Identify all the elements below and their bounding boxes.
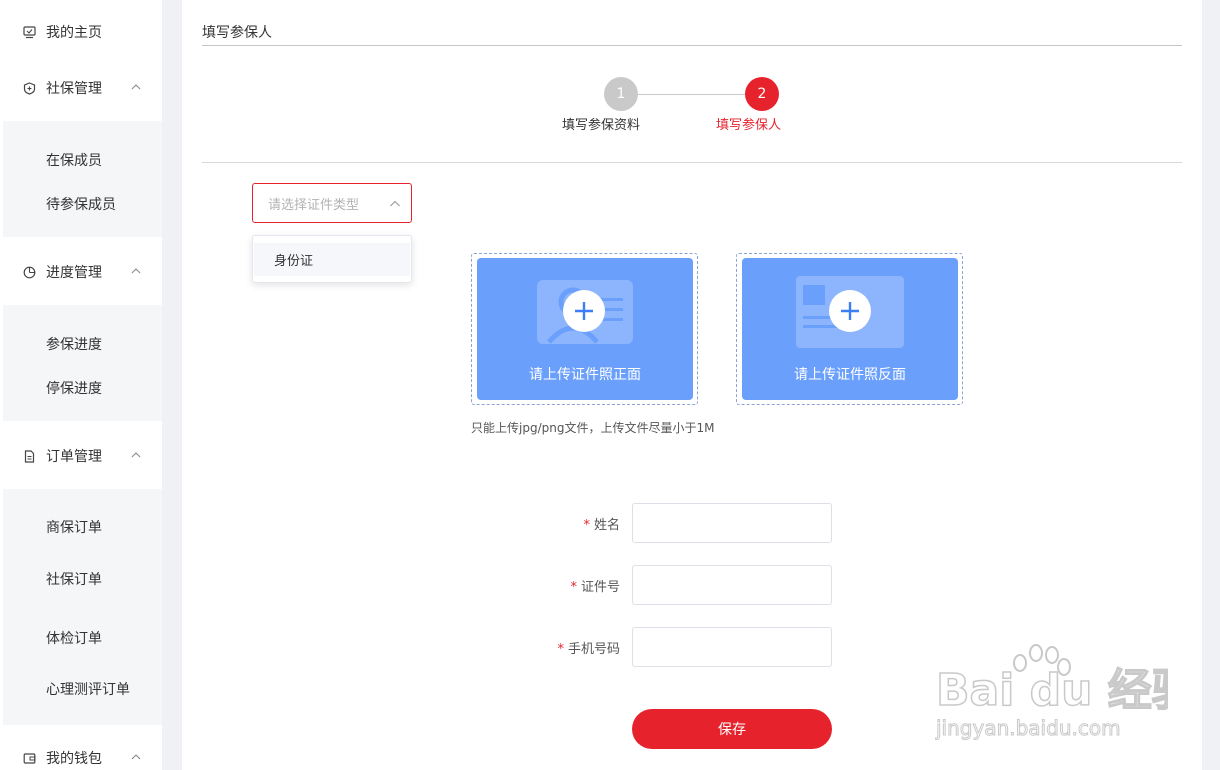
chevron-up-icon	[390, 200, 400, 207]
sidebar-subpanel-progress: 参保进度 停保进度	[3, 305, 162, 421]
upload-front[interactable]: 请上传证件照正面	[471, 253, 698, 405]
title-divider	[202, 45, 1182, 46]
sidebar-group-label: 订单管理	[46, 449, 102, 465]
sidebar-item-home[interactable]: 我的主页	[0, 10, 162, 54]
step-2-circle: 2	[745, 77, 779, 111]
id-number-input[interactable]	[632, 565, 832, 605]
sidebar-group-social[interactable]: 社保管理	[0, 66, 162, 110]
id-card-front-icon	[537, 280, 633, 344]
name-label-text: 姓名	[593, 518, 620, 533]
id-type-dropdown: 身份证	[252, 235, 412, 283]
sidebar-item-psych-orders[interactable]: 心理测评订单	[46, 679, 130, 699]
sidebar-item-pending-members[interactable]: 待参保成员	[46, 194, 116, 214]
step-1-label: 填写参保资料	[562, 118, 641, 133]
name-label: * 姓名	[500, 514, 620, 533]
sidebar-subpanel-orders: 商保订单 社保订单 体检订单 心理测评订单	[3, 489, 162, 725]
sidebar-item-social-orders[interactable]: 社保订单	[46, 569, 102, 589]
required-mark: *	[570, 580, 577, 595]
phone-label-text: 手机号码	[567, 642, 620, 657]
sidebar-group-label: 我的钱包	[46, 751, 102, 767]
id-card-back-icon	[796, 276, 904, 348]
dropdown-option-id-card[interactable]: 身份证	[254, 243, 410, 276]
wallet-icon	[22, 751, 36, 765]
chevron-up-icon	[131, 84, 141, 90]
sidebar-item-label: 我的主页	[46, 25, 102, 41]
id-number-label-text: 证件号	[580, 580, 620, 595]
required-mark: *	[583, 518, 590, 533]
sidebar-group-progress[interactable]: 进度管理	[0, 250, 162, 294]
upload-back[interactable]: 请上传证件照反面	[736, 253, 963, 405]
sidebar-item-insured-members[interactable]: 在保成员	[46, 150, 102, 170]
upload-back-label: 请上传证件照反面	[794, 367, 906, 383]
main-panel: 填写参保人 1 2 填写参保资料 填写参保人 请选择证件类型 身份证 请上传证件…	[182, 0, 1202, 770]
step-connector	[638, 94, 745, 95]
id-type-select[interactable]: 请选择证件类型	[252, 183, 412, 223]
sidebar-item-commercial-orders[interactable]: 商保订单	[46, 517, 102, 537]
page-title: 填写参保人	[202, 25, 272, 41]
phone-label: * 手机号码	[500, 638, 620, 657]
sidebar-item-enroll-progress[interactable]: 参保进度	[46, 334, 102, 354]
pie-chart-icon	[22, 265, 36, 279]
document-icon	[22, 449, 36, 463]
required-mark: *	[557, 642, 564, 657]
upload-hint: 只能上传jpg/png文件，上传文件尽量小于1M	[471, 421, 715, 435]
sidebar-group-label: 进度管理	[46, 265, 102, 281]
id-number-label: * 证件号	[500, 576, 620, 595]
sidebar-item-checkup-orders[interactable]: 体检订单	[46, 628, 102, 648]
home-icon	[22, 25, 36, 39]
steps-divider	[202, 162, 1182, 163]
shield-plus-icon	[22, 81, 36, 95]
sidebar-item-stop-progress[interactable]: 停保进度	[46, 378, 102, 398]
upload-back-area[interactable]: 请上传证件照反面	[742, 258, 958, 400]
chevron-up-icon	[131, 452, 141, 458]
upload-front-label: 请上传证件照正面	[529, 367, 641, 383]
id-type-select-placeholder: 请选择证件类型	[268, 197, 360, 213]
step-1-circle: 1	[604, 77, 638, 111]
upload-front-area[interactable]: 请上传证件照正面	[477, 258, 693, 400]
sidebar-group-orders[interactable]: 订单管理	[0, 434, 162, 478]
chevron-up-icon	[131, 754, 141, 760]
phone-input[interactable]	[632, 627, 832, 667]
sidebar-subpanel-social: 在保成员 待参保成员	[3, 121, 162, 237]
chevron-up-icon	[131, 268, 141, 274]
name-input[interactable]	[632, 503, 832, 543]
sidebar-group-wallet[interactable]: 我的钱包	[0, 736, 162, 770]
step-2-label: 填写参保人	[716, 118, 782, 133]
save-button[interactable]: 保存	[632, 709, 832, 749]
sidebar-group-label: 社保管理	[46, 81, 102, 97]
sidebar: 我的主页 社保管理 在保成员 待参保成员 进度管理 参保进度 停保进度 订单管理…	[0, 0, 162, 770]
